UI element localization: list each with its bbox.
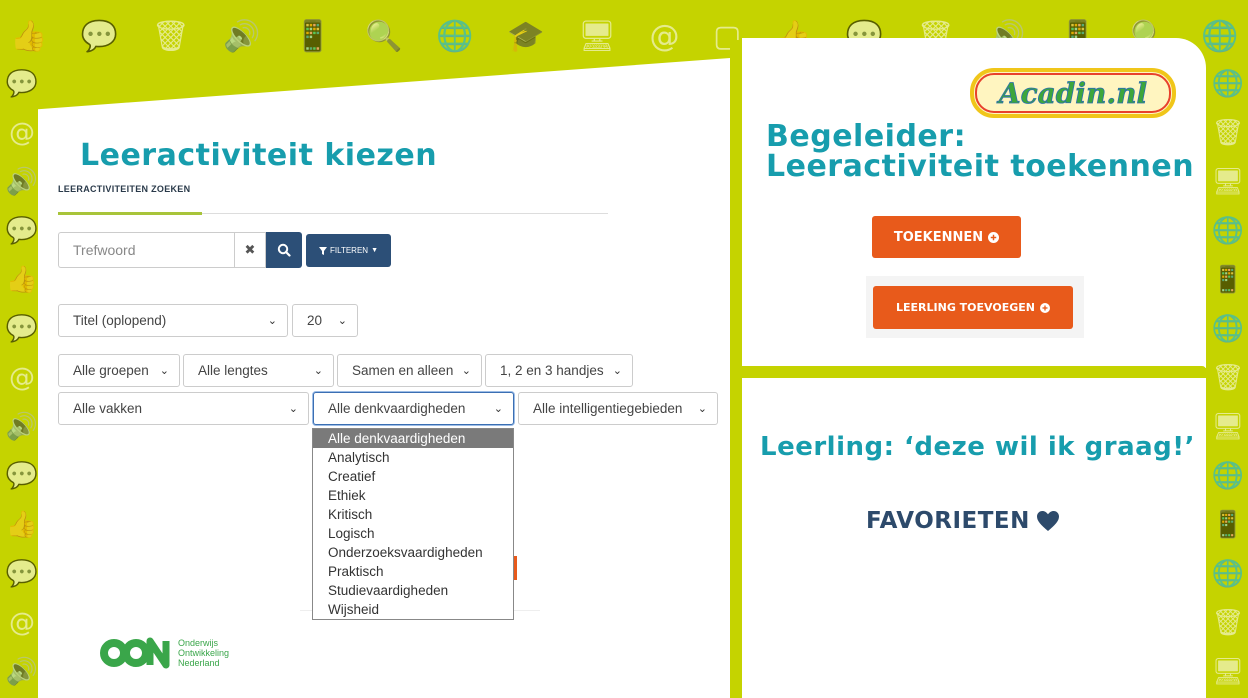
chevron-down-icon: ⌄ <box>337 315 347 327</box>
heart-icon <box>1036 511 1059 531</box>
oon-logo: Onderwijs Ontwikkeling Nederland <box>100 636 229 670</box>
dropdown-option[interactable]: Onderzoeksvaardigheden <box>313 543 513 562</box>
plus-circle-icon <box>1039 302 1050 313</box>
chevron-down-icon: ⌄ <box>159 365 169 377</box>
filter-button[interactable]: FILTEREN ▼ <box>306 234 391 267</box>
favorieten-link[interactable]: FAVORIETEN <box>866 508 1060 534</box>
handjes-select[interactable]: 1, 2 en 3 handjes ⌄ <box>485 354 633 387</box>
denkvaardigheden-select[interactable]: Alle denkvaardigheden ⌄ <box>313 392 514 425</box>
leerling-title: Leerling: ‘deze wil ik graag!’ <box>760 432 1196 462</box>
lengtes-select[interactable]: Alle lengtes ⌄ <box>183 354 334 387</box>
count-select[interactable]: 20 ⌄ <box>292 304 358 337</box>
samen-select[interactable]: Samen en alleen ⌄ <box>337 354 482 387</box>
oon-logo-text: Onderwijs Ontwikkeling Nederland <box>178 638 230 668</box>
search-input[interactable] <box>58 232 234 268</box>
chevron-down-icon: ⌄ <box>493 403 503 415</box>
dropdown-option[interactable]: Praktisch <box>313 562 513 581</box>
sort-select[interactable]: Titel (oplopend) ⌄ <box>58 304 288 337</box>
chevron-down-icon: ⌄ <box>697 403 707 415</box>
acadin-logo: Acadin.nl <box>970 68 1176 118</box>
dropdown-option[interactable]: Analytisch <box>313 448 513 467</box>
plus-circle-icon <box>988 231 1000 243</box>
dropdown-option[interactable]: Logisch <box>313 524 513 543</box>
dropdown-option[interactable]: Kritisch <box>313 505 513 524</box>
horizontal-divider <box>738 366 1206 378</box>
dropdown-option[interactable]: Creatief <box>313 467 513 486</box>
denkvaardigheden-dropdown-list[interactable]: Alle denkvaardigheden Analytisch Creatie… <box>312 428 514 620</box>
oon-mark <box>100 637 170 669</box>
search-button[interactable] <box>266 232 302 268</box>
groepen-select[interactable]: Alle groepen ⌄ <box>58 354 180 387</box>
leerling-toevoegen-button[interactable]: LEERLING TOEVOEGEN <box>873 286 1073 329</box>
chevron-down-icon: ⌄ <box>288 403 298 415</box>
dropdown-option[interactable]: Alle denkvaardigheden <box>313 429 513 448</box>
right-bottom-panel <box>742 378 1206 698</box>
chevron-down-icon: ⌄ <box>313 365 323 377</box>
acadin-logo-text: Acadin.nl <box>996 77 1147 110</box>
chevron-down-icon: ⌄ <box>612 365 622 377</box>
filter-icon <box>318 246 327 255</box>
page-title: Leeractiviteit kiezen <box>80 138 438 173</box>
tab-active-indicator <box>58 212 202 215</box>
chevron-down-icon: ⌄ <box>267 315 277 327</box>
caret-down-icon: ▼ <box>371 247 378 254</box>
toekennen-button[interactable]: TOEKENNEN <box>872 216 1021 258</box>
close-icon: ✖ <box>244 242 256 258</box>
tab-leeractiviteiten-zoeken[interactable]: LEERACTIVITEITEN ZOEKEN <box>58 184 190 194</box>
chevron-down-icon: ⌄ <box>461 365 471 377</box>
dropdown-option[interactable]: Ethiek <box>313 486 513 505</box>
filter-button-label: FILTEREN <box>329 246 369 255</box>
begeleider-title: Begeleider: Leeractiviteit toekennen <box>766 119 1195 184</box>
intelligentiegebieden-select[interactable]: Alle intelligentiegebieden ⌄ <box>518 392 718 425</box>
dropdown-option[interactable]: Studievaardigheden <box>313 581 513 600</box>
dropdown-option[interactable]: Wijsheid <box>313 600 513 619</box>
vakken-select[interactable]: Alle vakken ⌄ <box>58 392 309 425</box>
clear-search-button[interactable]: ✖ <box>234 232 266 268</box>
search-icon <box>277 243 291 257</box>
